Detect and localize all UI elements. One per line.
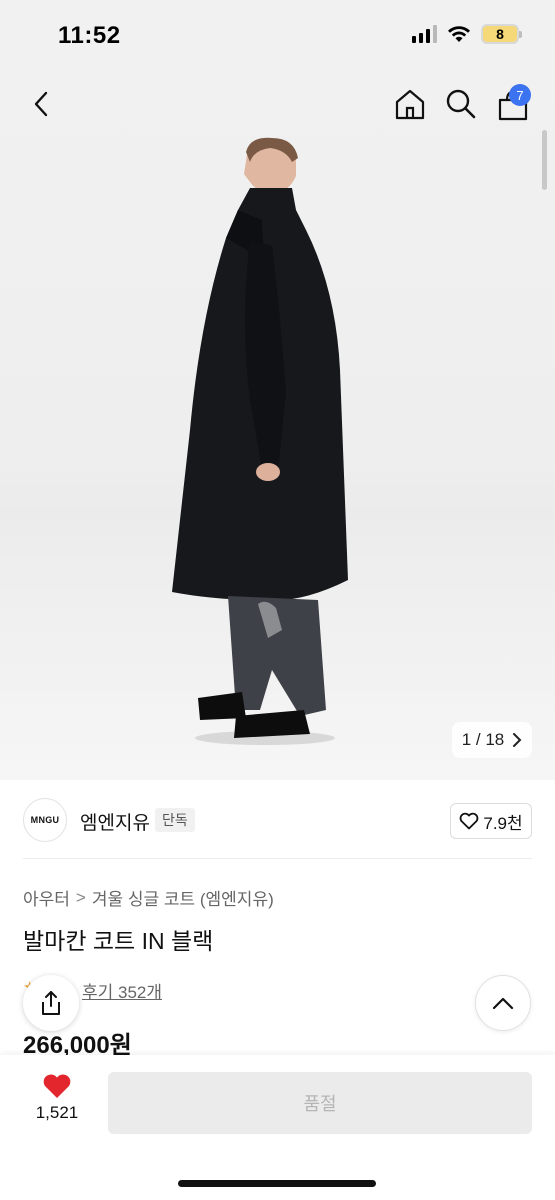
search-icon[interactable] [445, 88, 477, 120]
product-image[interactable] [0, 70, 555, 780]
breadcrumb-level2[interactable]: 겨울 싱글 코트 (엠엔지유) [92, 885, 274, 910]
soldout-button[interactable]: 품절 [108, 1072, 532, 1134]
bottom-bar: 1,521 품절 [0, 1055, 555, 1200]
heart-filled-icon [43, 1074, 71, 1098]
battery-icon: 8 [481, 24, 522, 44]
wifi-icon [448, 26, 470, 42]
breadcrumb-level1[interactable]: 아우터 [23, 885, 70, 910]
model-figure [172, 137, 348, 745]
brand-like-count: 7.9천 [483, 813, 523, 833]
signal-icon [412, 25, 437, 43]
breadcrumb-separator: > [75, 887, 86, 907]
scroll-top-button[interactable] [475, 975, 531, 1031]
exclusive-badge: 단독 [155, 808, 195, 832]
breadcrumb: 아우터 > 겨울 싱글 코트 (엠엔지유) [23, 885, 274, 910]
divider [23, 858, 532, 859]
home-icon[interactable] [394, 88, 426, 120]
wishlist-button[interactable]: 1,521 [20, 1073, 94, 1123]
image-counter-text: 1 / 18 [461, 730, 505, 749]
wishlist-count: 1,521 [35, 1103, 79, 1122]
product-title: 발마칸 코트 IN 블랙 [23, 928, 214, 954]
image-counter[interactable]: 1 / 18 [452, 722, 532, 758]
review-link[interactable]: 후기 352개 [82, 978, 162, 1003]
chevron-right-icon [513, 733, 522, 747]
status-bar: 11:52 8 [0, 0, 555, 70]
share-button[interactable] [23, 975, 79, 1031]
scrollbar[interactable] [542, 130, 547, 190]
brand-row: MNGU 엠엔지유 단독 7.9천 [0, 780, 555, 860]
status-time: 11:52 [58, 22, 121, 49]
heart-outline-icon [460, 812, 479, 830]
brand-like-button[interactable]: 7.9천 [450, 803, 532, 839]
chevron-up-icon [492, 997, 514, 1010]
share-icon [42, 991, 60, 1015]
brand-logo[interactable]: MNGU [23, 798, 67, 842]
home-indicator [178, 1180, 376, 1187]
brand-name[interactable]: 엠엔지유 [80, 808, 150, 835]
back-icon[interactable] [28, 90, 56, 118]
cart-badge: 7 [509, 84, 531, 106]
status-icons: 8 [412, 24, 522, 44]
